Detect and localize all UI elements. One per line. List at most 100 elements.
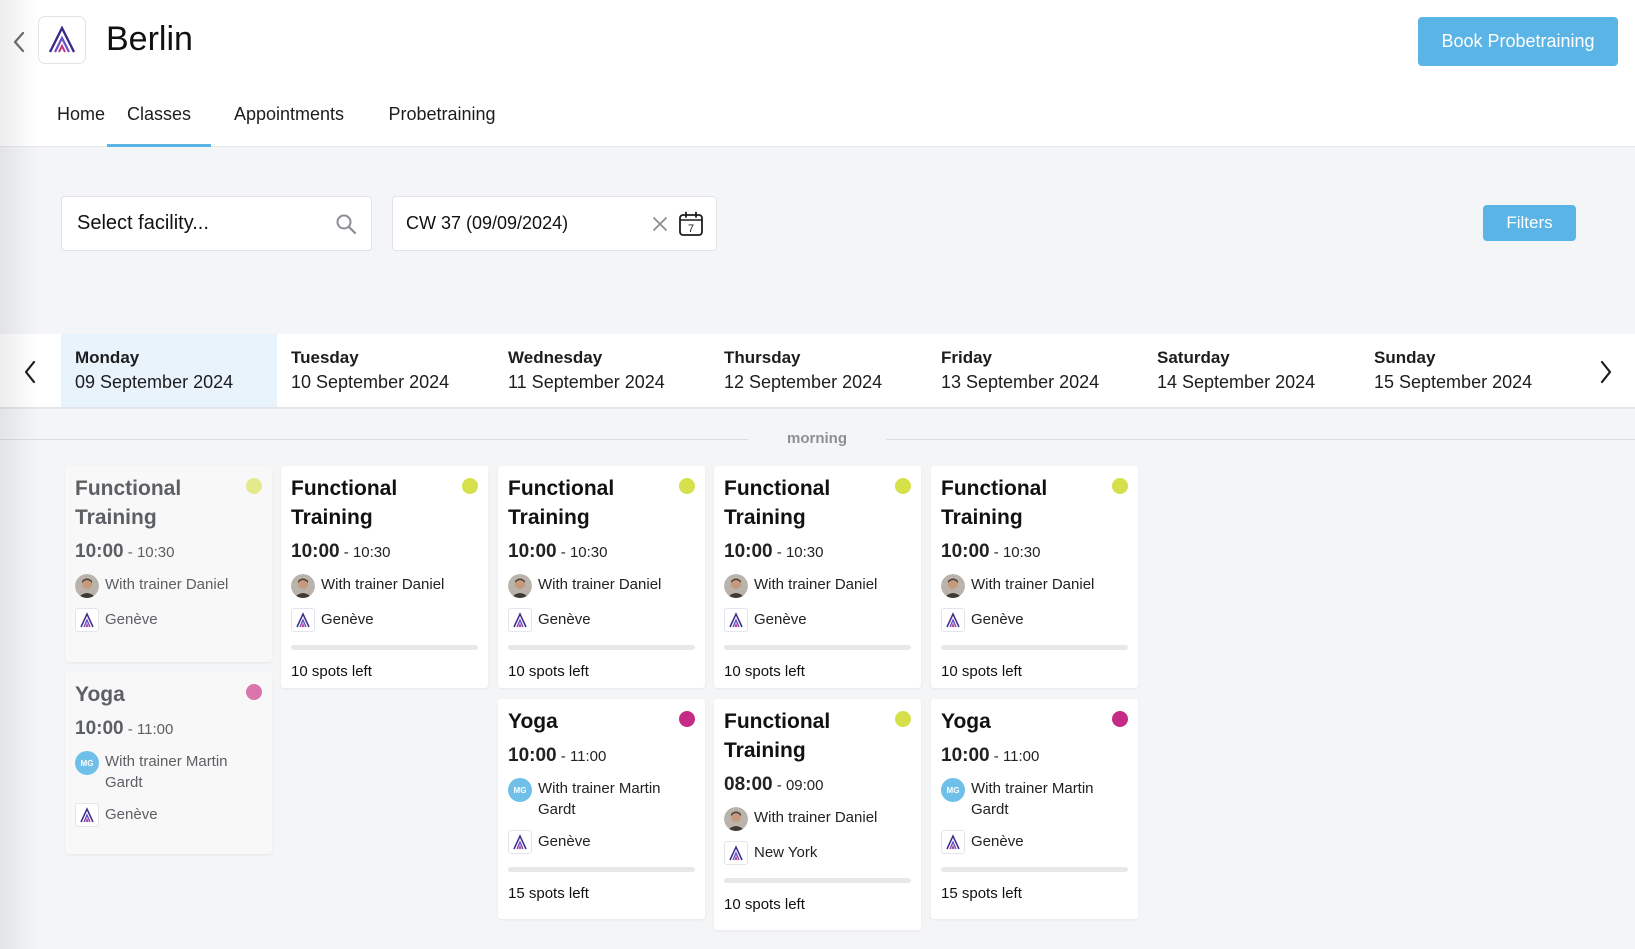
class-end-time: - 10:30 bbox=[772, 544, 824, 561]
day-saturday[interactable]: Saturday 14 September 2024 bbox=[1143, 334, 1359, 407]
day-monday[interactable]: Monday 09 September 2024 bbox=[61, 334, 277, 407]
capacity-bar bbox=[941, 867, 1128, 872]
tab-probetraining[interactable]: Probetraining bbox=[385, 92, 499, 147]
day-date: 15 September 2024 bbox=[1374, 372, 1533, 392]
trainer-line: With trainer Daniel bbox=[75, 574, 262, 598]
week-value: CW 37 (09/09/2024) bbox=[406, 213, 569, 233]
class-card-tuesday-functional-training[interactable]: Functional Training 10:00 - 10:30 With t… bbox=[281, 466, 488, 688]
chevron-left-icon bbox=[24, 360, 36, 384]
trainer-name: With trainer Martin Gardt bbox=[538, 780, 661, 818]
class-card-monday-yoga[interactable]: Yoga 10:00 - 11:00 MG With trainer Marti… bbox=[65, 672, 272, 854]
section-morning: morning bbox=[0, 428, 1635, 452]
class-color-dot bbox=[895, 711, 911, 727]
class-name: Functional Training bbox=[724, 477, 831, 529]
class-start-time: 10:00 bbox=[508, 541, 557, 562]
capacity-bar bbox=[724, 645, 911, 650]
week-picker[interactable]: CW 37 (09/09/2024) 7 bbox=[392, 196, 717, 251]
day-wednesday[interactable]: Wednesday 11 September 2024 bbox=[494, 334, 710, 407]
next-week-button[interactable] bbox=[1592, 356, 1620, 388]
class-time: 10:00 - 11:00 bbox=[75, 718, 262, 741]
tab-classes[interactable]: Classes bbox=[107, 92, 211, 147]
class-color-dot bbox=[462, 478, 478, 494]
capacity-bar bbox=[724, 878, 911, 883]
previous-week-button[interactable] bbox=[16, 356, 44, 388]
chevron-right-icon bbox=[1600, 360, 1612, 384]
filters-button[interactable]: Filters bbox=[1483, 205, 1576, 241]
class-name: Functional Training bbox=[291, 477, 398, 529]
day-date: 11 September 2024 bbox=[508, 372, 665, 392]
clear-icon[interactable] bbox=[651, 215, 669, 233]
class-card-wednesday-yoga[interactable]: Yoga 10:00 - 11:00 MG With trainer Marti… bbox=[498, 699, 705, 919]
class-color-dot bbox=[1112, 711, 1128, 727]
location-logo-icon bbox=[724, 841, 748, 865]
class-card-friday-yoga[interactable]: Yoga 10:00 - 11:00 MG With trainer Marti… bbox=[931, 699, 1138, 919]
facility-select[interactable] bbox=[61, 196, 372, 251]
class-time: 08:00 - 09:00 bbox=[724, 774, 911, 797]
location-name: Genève bbox=[321, 611, 374, 628]
class-start-time: 10:00 bbox=[75, 718, 124, 739]
class-start-time: 10:00 bbox=[508, 745, 557, 766]
logo-icon bbox=[48, 25, 76, 53]
tab-appointments[interactable]: Appointments bbox=[230, 92, 348, 147]
facility-search-input[interactable] bbox=[62, 197, 332, 250]
day-name: Friday bbox=[941, 348, 993, 367]
book-probetraining-button[interactable]: Book Probetraining bbox=[1418, 17, 1618, 66]
page-title: Berlin bbox=[106, 20, 193, 58]
location-logo-icon bbox=[291, 608, 315, 632]
class-start-time: 10:00 bbox=[75, 541, 124, 562]
trainer-line: MG With trainer Martin Gardt bbox=[75, 751, 262, 793]
class-color-dot bbox=[246, 684, 262, 700]
day-date: 14 September 2024 bbox=[1157, 372, 1316, 392]
spots-left: 15 spots left bbox=[508, 885, 589, 902]
day-name: Sunday bbox=[1374, 348, 1436, 367]
class-card-wednesday-functional-training[interactable]: Functional Training 10:00 - 10:30 With t… bbox=[498, 466, 705, 688]
day-name: Saturday bbox=[1157, 348, 1230, 367]
capacity-bar bbox=[941, 645, 1128, 650]
trainer-line: With trainer Daniel bbox=[508, 574, 695, 598]
trainer-avatar: MG bbox=[508, 778, 532, 802]
class-card-thursday-functional-training-early[interactable]: Functional Training 08:00 - 09:00 With t… bbox=[714, 699, 921, 930]
location-line: Genève bbox=[941, 830, 1128, 854]
class-time: 10:00 - 10:30 bbox=[724, 541, 911, 564]
trainer-line: With trainer Daniel bbox=[941, 574, 1128, 598]
class-end-time: - 11:00 bbox=[989, 748, 1040, 765]
day-friday[interactable]: Friday 13 September 2024 bbox=[927, 334, 1143, 407]
trainer-line: With trainer Daniel bbox=[724, 807, 911, 831]
class-end-time: - 09:00 bbox=[772, 777, 824, 794]
location-line: Genève bbox=[291, 608, 478, 632]
trainer-line: With trainer Daniel bbox=[291, 574, 478, 598]
spots-left: 10 spots left bbox=[724, 896, 805, 913]
divider bbox=[0, 439, 748, 440]
class-color-dot bbox=[1112, 478, 1128, 494]
trainer-name: With trainer Martin Gardt bbox=[105, 753, 228, 791]
spots-left: 10 spots left bbox=[291, 663, 372, 680]
class-time: 10:00 - 11:00 bbox=[508, 745, 695, 768]
trainer-line: With trainer Daniel bbox=[724, 574, 911, 598]
trainer-avatar: MG bbox=[941, 778, 965, 802]
location-line: Genève bbox=[75, 803, 262, 827]
location-line: Genève bbox=[724, 608, 911, 632]
class-card-friday-functional-training[interactable]: Functional Training 10:00 - 10:30 With t… bbox=[931, 466, 1138, 688]
location-line: Genève bbox=[941, 608, 1128, 632]
location-logo-icon bbox=[75, 608, 99, 632]
day-name: Tuesday bbox=[291, 348, 359, 367]
back-button[interactable] bbox=[8, 28, 30, 56]
class-end-time: - 11:00 bbox=[123, 721, 174, 738]
location-name: Genève bbox=[105, 611, 158, 628]
location-name: Genève bbox=[105, 806, 158, 823]
class-color-dot bbox=[679, 711, 695, 727]
calendar-icon[interactable]: 7 bbox=[677, 210, 705, 238]
trainer-avatar bbox=[941, 574, 965, 598]
class-end-time: - 10:30 bbox=[989, 544, 1041, 561]
day-thursday[interactable]: Thursday 12 September 2024 bbox=[710, 334, 926, 407]
class-card-monday-functional-training[interactable]: Functional Training 10:00 - 10:30 With t… bbox=[65, 466, 272, 662]
day-tuesday[interactable]: Tuesday 10 September 2024 bbox=[277, 334, 493, 407]
location-logo-icon bbox=[508, 830, 532, 854]
class-end-time: - 10:30 bbox=[556, 544, 608, 561]
day-name: Thursday bbox=[724, 348, 801, 367]
day-sunday[interactable]: Sunday 15 September 2024 bbox=[1360, 334, 1576, 407]
location-line: Genève bbox=[508, 830, 695, 854]
class-card-thursday-functional-training[interactable]: Functional Training 10:00 - 10:30 With t… bbox=[714, 466, 921, 688]
spots-left: 10 spots left bbox=[724, 663, 805, 680]
class-end-time: - 11:00 bbox=[556, 748, 607, 765]
